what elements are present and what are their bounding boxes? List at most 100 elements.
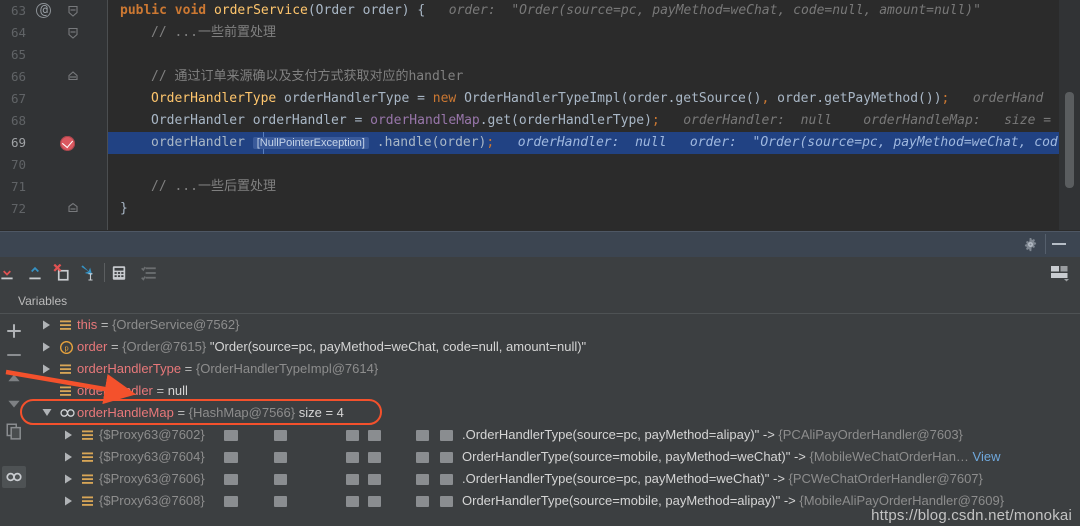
code-line[interactable]: orderHandler [NullPointerException] .han… [108, 132, 1080, 154]
code-token: orderHandlerType = [276, 91, 433, 106]
variables-side-toolbar[interactable] [0, 314, 28, 526]
code-area[interactable]: public void orderService(Order order) { … [108, 0, 1080, 230]
variable-row[interactable]: p order = {Order@7615} "Order(source=pc, … [28, 336, 1080, 358]
inspect-icon[interactable] [5, 468, 23, 486]
code-line[interactable] [108, 154, 1080, 176]
code-fold-icon[interactable] [66, 70, 80, 84]
redaction-block [224, 430, 238, 441]
inline-debug-hint: orderHandler: null orderHandleMap: size … [659, 113, 1067, 128]
minimize-icon[interactable] [1052, 243, 1066, 245]
variable-row[interactable]: this = {OrderService@7562} [28, 314, 1080, 336]
line-number: 69 [10, 135, 26, 150]
code-fold-icon[interactable] [66, 202, 80, 216]
field-icon [82, 446, 94, 468]
redaction-block [346, 496, 359, 507]
view-link[interactable]: View [969, 449, 1001, 464]
line-number: 70 [10, 157, 26, 172]
header-top-line [0, 231, 1080, 232]
object-reference: {$Proxy63@7606} [99, 471, 205, 486]
redaction-block [440, 496, 453, 507]
add-watch-icon[interactable] [5, 322, 23, 340]
redaction-block [416, 430, 429, 441]
variables-tab-bar [0, 288, 1080, 314]
redaction-block [416, 474, 429, 485]
variable-row[interactable]: {$Proxy63@7602} .OrderHandlerType(source=… [28, 424, 1080, 446]
move-up-icon[interactable] [5, 370, 23, 388]
variable-row[interactable]: {$Proxy63@7604} OrderHandlerType(source=m… [28, 446, 1080, 468]
map-entry-value-ref: {MobileAliPayOrderHandler@7609} [799, 493, 1005, 508]
expand-arrow-icon[interactable] [64, 446, 74, 468]
map-icon [60, 402, 75, 424]
redaction-block [274, 474, 287, 485]
code-line[interactable]: } [108, 198, 1080, 220]
at-sign-icon[interactable]: @ [36, 3, 52, 19]
variable-row[interactable]: orderHandlerType = {OrderHandlerTypeImpl… [28, 358, 1080, 380]
code-line[interactable]: OrderHandler orderHandler = orderHandleM… [108, 110, 1080, 132]
inline-exception-badge: [NullPointerException] [252, 137, 369, 149]
variable-row[interactable]: orderHandler = null [28, 380, 1080, 402]
code-line[interactable]: // ...一些后置处理 [108, 176, 1080, 198]
code-line[interactable]: public void orderService(Order order) { … [108, 0, 1080, 22]
editor-gutter[interactable]: 63 @64 65 66 67 68 69 70 71 72 [0, 0, 108, 230]
variable-value: "Order(source=pc, payMethod=weChat, code… [206, 339, 587, 354]
move-down-icon[interactable] [5, 394, 23, 412]
code-token: new [432, 91, 457, 106]
redaction-block [224, 496, 238, 507]
inline-debug-hint: order: "Order(source=pc, payMethod=weCha… [425, 3, 981, 18]
variables-tab-label[interactable]: Variables [18, 288, 67, 314]
field-icon [82, 468, 94, 490]
variable-row[interactable]: {$Proxy63@7606} .OrderHandlerType(source=… [28, 468, 1080, 490]
copy-value-icon[interactable] [5, 422, 23, 440]
breakpoint-icon[interactable] [60, 136, 75, 151]
run-to-cursor-icon[interactable] [78, 264, 96, 282]
field-icon [82, 424, 94, 446]
evaluate-expression-icon[interactable] [110, 264, 128, 282]
code-token: OrderHandlerType [151, 91, 277, 106]
step-out-icon[interactable] [26, 264, 44, 282]
watches-icon[interactable] [140, 264, 158, 282]
code-line[interactable] [108, 44, 1080, 66]
redaction-block [368, 430, 381, 441]
code-token: orderHandleMap [370, 113, 480, 128]
debug-panel-header [0, 230, 1080, 258]
collapse-arrow-icon[interactable] [42, 402, 52, 424]
variable-row[interactable]: orderHandleMap = {HashMap@7566} size = 4 [28, 402, 1080, 424]
editor-vertical-scrollbar[interactable] [1065, 92, 1074, 188]
variable-name: this [77, 317, 98, 332]
expand-arrow-icon[interactable] [64, 424, 74, 446]
layout-settings-icon[interactable] [1050, 265, 1069, 282]
expand-arrow-icon[interactable] [42, 314, 52, 336]
expand-arrow-icon[interactable] [42, 336, 52, 358]
force-step-into-icon[interactable] [52, 263, 70, 282]
field-icon [60, 314, 72, 336]
watermark: https://blog.csdn.net/monokai [871, 507, 1072, 524]
line-number: 64 [10, 25, 26, 40]
variables-tree[interactable]: this = {OrderService@7562} p order = {Orde… [28, 314, 1080, 526]
remove-watch-icon[interactable] [5, 346, 23, 364]
field-icon [60, 380, 72, 402]
code-line[interactable]: OrderHandlerType orderHandlerType = new … [108, 88, 1080, 110]
redaction-block [440, 452, 453, 463]
expand-arrow-icon[interactable] [64, 468, 74, 490]
object-reference: {$Proxy63@7602} [99, 427, 205, 442]
equals-sign: = [173, 405, 189, 420]
object-reference: {Order@7615} [122, 339, 207, 354]
code-fold-icon[interactable] [66, 26, 80, 40]
variable-name: orderHandlerType [77, 361, 182, 376]
redaction-block [440, 474, 453, 485]
expand-arrow-icon[interactable] [42, 358, 52, 380]
code-token: void [174, 3, 207, 18]
gear-icon[interactable] [1023, 237, 1038, 252]
code-line[interactable]: // 通过订单来源确以及支付方式获取对应的handler [108, 66, 1080, 88]
code-line[interactable]: // ...一些前置处理 [108, 22, 1080, 44]
map-entry-key: .OrderHandlerType(source=pc, payMethod=w… [462, 471, 789, 486]
expand-arrow-icon[interactable] [64, 490, 74, 512]
code-fold-icon[interactable] [66, 4, 80, 18]
code-editor[interactable]: 63 @64 65 66 67 68 69 70 71 72 public void orderS… [0, 0, 1080, 230]
map-entry-key: OrderHandlerType(source=mobile, payMetho… [462, 449, 810, 464]
step-over-icon[interactable] [0, 264, 16, 282]
line-number: 66 [10, 69, 26, 84]
equals-sign: = [152, 383, 168, 398]
object-reference: {OrderService@7562} [112, 317, 240, 332]
debug-toolbar[interactable] [0, 257, 1080, 288]
